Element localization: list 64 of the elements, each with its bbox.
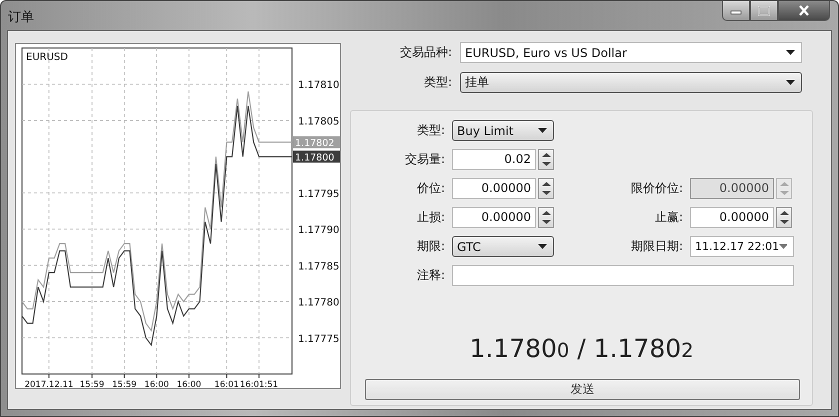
axis-label: 15:59 (80, 380, 104, 390)
comment-field[interactable] (452, 265, 794, 286)
price-label: 1.17802 (293, 136, 340, 150)
down-arrow-icon (780, 191, 788, 196)
dropdown[interactable]: GTC (452, 236, 554, 257)
maximize-button[interactable] (750, 1, 778, 21)
axis-label: 16:00 (176, 380, 202, 390)
close-button[interactable] (778, 1, 830, 21)
caret-icon (779, 244, 787, 249)
axis-label: 1.17785 (298, 261, 340, 272)
field-label: 交易品种: (398, 44, 452, 61)
window-title: 订单 (8, 9, 34, 26)
up-arrow-icon (542, 152, 550, 157)
down-arrow-icon (542, 162, 550, 166)
axis-label: 1.17775 (298, 334, 340, 345)
field-label: 类型: (422, 74, 452, 91)
dropdown[interactable]: EURUSD, Euro vs US Dollar (460, 42, 802, 63)
up-arrow-icon (542, 182, 550, 186)
down-arrow-icon (542, 220, 550, 224)
caret-icon (786, 80, 795, 85)
caret-icon (786, 50, 795, 55)
axis-label: 1.17780 (298, 298, 340, 309)
caret-icon (538, 244, 547, 249)
maximize-icon (758, 6, 770, 16)
up-arrow-icon (780, 210, 788, 215)
field-label: 类型: (416, 122, 445, 139)
number-field[interactable]: 0.00000 (690, 207, 774, 228)
field-label: 止赢: (654, 209, 683, 226)
field-label: 交易量: (404, 151, 445, 168)
axis-label: 16:01 (214, 380, 239, 390)
number-field[interactable]: 0.00000 (452, 207, 536, 228)
spin-button[interactable] (538, 178, 554, 199)
dropdown[interactable]: 挂单 (460, 72, 802, 93)
caret-icon (538, 128, 547, 133)
down-arrow-icon (780, 220, 788, 224)
send-button[interactable]: 发送 (365, 379, 800, 400)
axis-label: 1.17810 (298, 80, 340, 92)
field-label: 止损: (416, 209, 445, 226)
minimize-button[interactable] (722, 1, 750, 21)
axis-label: 1.17795 (298, 188, 340, 200)
price-label: 1.17800 (293, 150, 340, 164)
axis-label: 16:00 (144, 380, 169, 390)
field-label: 注释: (416, 267, 445, 284)
up-arrow-icon (780, 182, 788, 186)
field-label: 期限日期: (630, 238, 683, 255)
field-label: 期限: (416, 238, 445, 255)
close-icon (798, 5, 810, 16)
down-arrow-icon (542, 191, 550, 196)
axis-label: 2017.12.11 (24, 380, 74, 390)
field-label: 价位: (416, 180, 445, 197)
spin-button[interactable] (538, 149, 554, 170)
up-arrow-icon (542, 210, 550, 215)
spin-button[interactable] (776, 207, 792, 228)
axis-label: 1.17790 (298, 225, 340, 236)
axis-label: 16:01:51 (240, 380, 278, 390)
number-field[interactable]: 0.02 (452, 149, 536, 170)
chart-title: EURUSD (26, 52, 68, 63)
date-picker[interactable]: 11.12.17 22:01 (690, 236, 794, 257)
axis-label: 15:59 (112, 380, 137, 390)
number-field[interactable]: 0.00000 (452, 178, 536, 199)
field-label: 限价价位: (630, 180, 683, 197)
dropdown[interactable]: Buy Limit (452, 120, 554, 141)
axis-label: 1.17805 (298, 116, 340, 128)
spin-button[interactable] (538, 207, 554, 228)
